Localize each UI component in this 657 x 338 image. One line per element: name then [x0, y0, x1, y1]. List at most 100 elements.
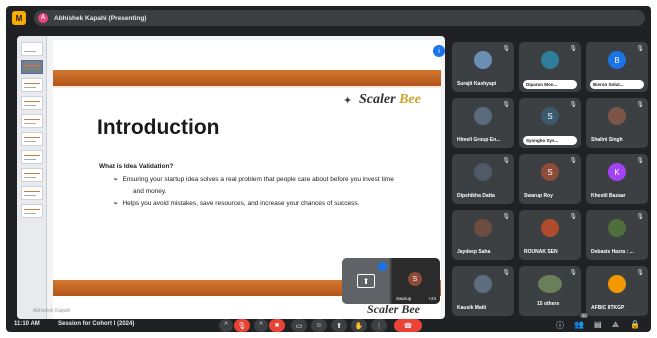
slide-thumbnail[interactable] — [21, 186, 43, 200]
participant-avatar — [474, 219, 492, 237]
participant-name: Swarup Roy — [524, 193, 553, 199]
muted-mic-icon: 🎙 — [569, 158, 577, 164]
pip-name: Swarup — [396, 296, 412, 301]
bullet-text: Ensuring your startup idea solves a real… — [122, 176, 394, 183]
present-icon: ⬆ — [357, 274, 375, 288]
participant-grid: 🎙 Surajit Kashyapi 🎙 Diparun Mon... 🎙 B Bieron… — [452, 42, 648, 318]
participant-avatar — [608, 275, 626, 293]
info-icon[interactable]: ⓘ — [556, 320, 564, 331]
meeting-name[interactable]: Session for Cohort I (2024) — [58, 321, 134, 327]
people-icon[interactable]: 👥 — [574, 320, 584, 329]
logo-accent: Bee — [399, 92, 421, 107]
participant-name: Bieron Solut... — [590, 80, 644, 89]
participant-tile[interactable]: 🎙 Kausik Maiti — [452, 266, 514, 316]
participant-avatar: S — [541, 107, 559, 125]
participant-tile[interactable]: 🎙 15 others — [519, 266, 581, 316]
present-icon[interactable]: ⬆ — [331, 319, 347, 332]
participant-avatar — [474, 163, 492, 181]
clock: 11:10 AM — [14, 321, 40, 327]
muted-mic-icon: 🎙 — [569, 270, 577, 276]
participant-tile[interactable]: 🎙 Debasis Hazra : ... — [586, 210, 648, 260]
participant-name: Himell Group En... — [457, 137, 501, 143]
participant-name: Jaydeep Saha — [457, 249, 491, 255]
presenter-indicator[interactable]: A Abhishek Kapahi (Presenting) — [34, 10, 645, 26]
participant-tile[interactable]: 🎙 S Swarup Roy — [519, 154, 581, 204]
participant-tile[interactable]: 🎙 Diparun Mon... — [519, 42, 581, 92]
captions-icon[interactable]: ▭ — [291, 319, 307, 332]
slide-question: What is Idea Validation? — [99, 163, 174, 170]
arrow-bullet-icon: ➢ — [113, 176, 119, 183]
camera-options-button[interactable]: ^ — [254, 319, 268, 332]
pip-avatar: S — [408, 272, 422, 286]
info-icon[interactable]: i — [433, 45, 445, 57]
participant-name: Khestil Bazaar — [591, 193, 626, 199]
participant-tile[interactable]: 🎙 AFBIC IITKGP — [586, 266, 648, 316]
meet-window: M A Abhishek Kapahi (Presenting) ✦ Scale… — [6, 6, 651, 332]
emoji-icon[interactable]: ☺ — [311, 319, 327, 332]
presenter-label: Abhishek Kapahi (Presenting) — [54, 14, 147, 22]
participant-tile[interactable]: 🎙 Shalini Singh — [586, 98, 648, 148]
self-view-pip[interactable]: ⬆ S Swarup +24 — [342, 258, 440, 304]
host-controls-icon[interactable]: 🔒 — [630, 320, 640, 329]
participant-tile[interactable]: 🎙 Jaydeep Saha — [452, 210, 514, 260]
participant-avatar — [474, 275, 492, 293]
pip-participant-tile[interactable]: S Swarup +24 — [392, 258, 440, 304]
activities-icon[interactable]: ⟁ — [612, 320, 619, 330]
slide-bullet: ➢ Helps you avoid mistakes, save resource… — [113, 198, 359, 210]
muted-mic-icon: 🎙 — [569, 214, 577, 220]
slide-thumbnail[interactable] — [21, 150, 43, 164]
muted-mic-icon: 🎙 — [502, 102, 510, 108]
participant-tile[interactable]: 🎙 Surajit Kashyapi — [452, 42, 514, 92]
slide-footer-logo: Scaler Bee — [367, 302, 420, 316]
participant-tile[interactable]: 🎙 S Syongbo Sys... — [519, 98, 581, 148]
pip-count: +24 — [428, 296, 436, 301]
slide-thumbnails[interactable] — [17, 36, 47, 319]
muted-mic-icon: 🎙 — [569, 102, 577, 108]
participant-name: Syongbo Sys... — [523, 136, 577, 145]
participant-name: ROUNAK SEN — [524, 249, 558, 255]
participant-tile[interactable]: 🎙 Himell Group En... — [452, 98, 514, 148]
muted-mic-icon: 🎙 — [502, 270, 510, 276]
participant-tile[interactable]: 🎙 Dipshikha Datta — [452, 154, 514, 204]
mic-icon[interactable]: 🎙 — [234, 319, 250, 332]
raise-hand-icon[interactable]: ✋ — [351, 319, 367, 332]
participant-tile[interactable]: 🎙 K Khestil Bazaar — [586, 154, 648, 204]
bullet-text: and money. — [133, 188, 167, 195]
slide-thumbnail[interactable] — [21, 132, 43, 146]
slide-thumbnail[interactable] — [21, 204, 43, 218]
app-icon[interactable]: M — [12, 11, 26, 25]
participant-avatar — [474, 107, 492, 125]
slide-thumbnail-active[interactable] — [21, 60, 43, 74]
chat-icon[interactable]: ▤ — [594, 320, 602, 329]
slide-bullet-cont: and money. — [133, 186, 166, 198]
slide-thumbnail[interactable] — [21, 78, 43, 92]
participant-avatar — [608, 219, 626, 237]
participant-name: Shalini Singh — [591, 137, 623, 143]
muted-mic-icon: 🎙 — [502, 46, 510, 52]
arrow-bullet-icon: ➢ — [113, 200, 119, 207]
participant-name: AFBIC IITKGP — [591, 305, 625, 311]
slide-logo: Scaler Bee — [359, 92, 421, 108]
mic-options-button[interactable]: ^ — [219, 319, 233, 332]
participant-avatar: K — [608, 163, 626, 181]
logo-text: Scaler — [359, 92, 396, 107]
slide-header-band — [53, 70, 441, 86]
bee-logo-icon: ✦ — [343, 95, 353, 107]
slide-thumbnail[interactable] — [21, 114, 43, 128]
participant-name: Diparun Mon... — [523, 80, 577, 89]
slide-thumbnail[interactable] — [21, 42, 43, 56]
more-icon[interactable]: ⋮ — [371, 319, 387, 332]
slide-header-stripe — [53, 86, 441, 88]
camera-icon[interactable]: ■ — [269, 319, 285, 332]
participant-avatar — [541, 219, 559, 237]
muted-mic-icon: 🎙 — [502, 214, 510, 220]
leave-call-icon[interactable]: ☎ — [394, 319, 422, 332]
presenter-footer-name: Abhishek Kapahi — [33, 308, 71, 314]
participant-name: Dipshikha Datta — [457, 193, 495, 199]
slide-thumbnail[interactable] — [21, 168, 43, 182]
participant-tile[interactable]: 🎙 B Bieron Solut... — [586, 42, 648, 92]
muted-mic-icon: 🎙 — [636, 46, 644, 52]
participant-tile[interactable]: 🎙 ROUNAK SEN — [519, 210, 581, 260]
slide-thumbnail[interactable] — [21, 96, 43, 110]
muted-mic-icon: 🎙 — [636, 102, 644, 108]
